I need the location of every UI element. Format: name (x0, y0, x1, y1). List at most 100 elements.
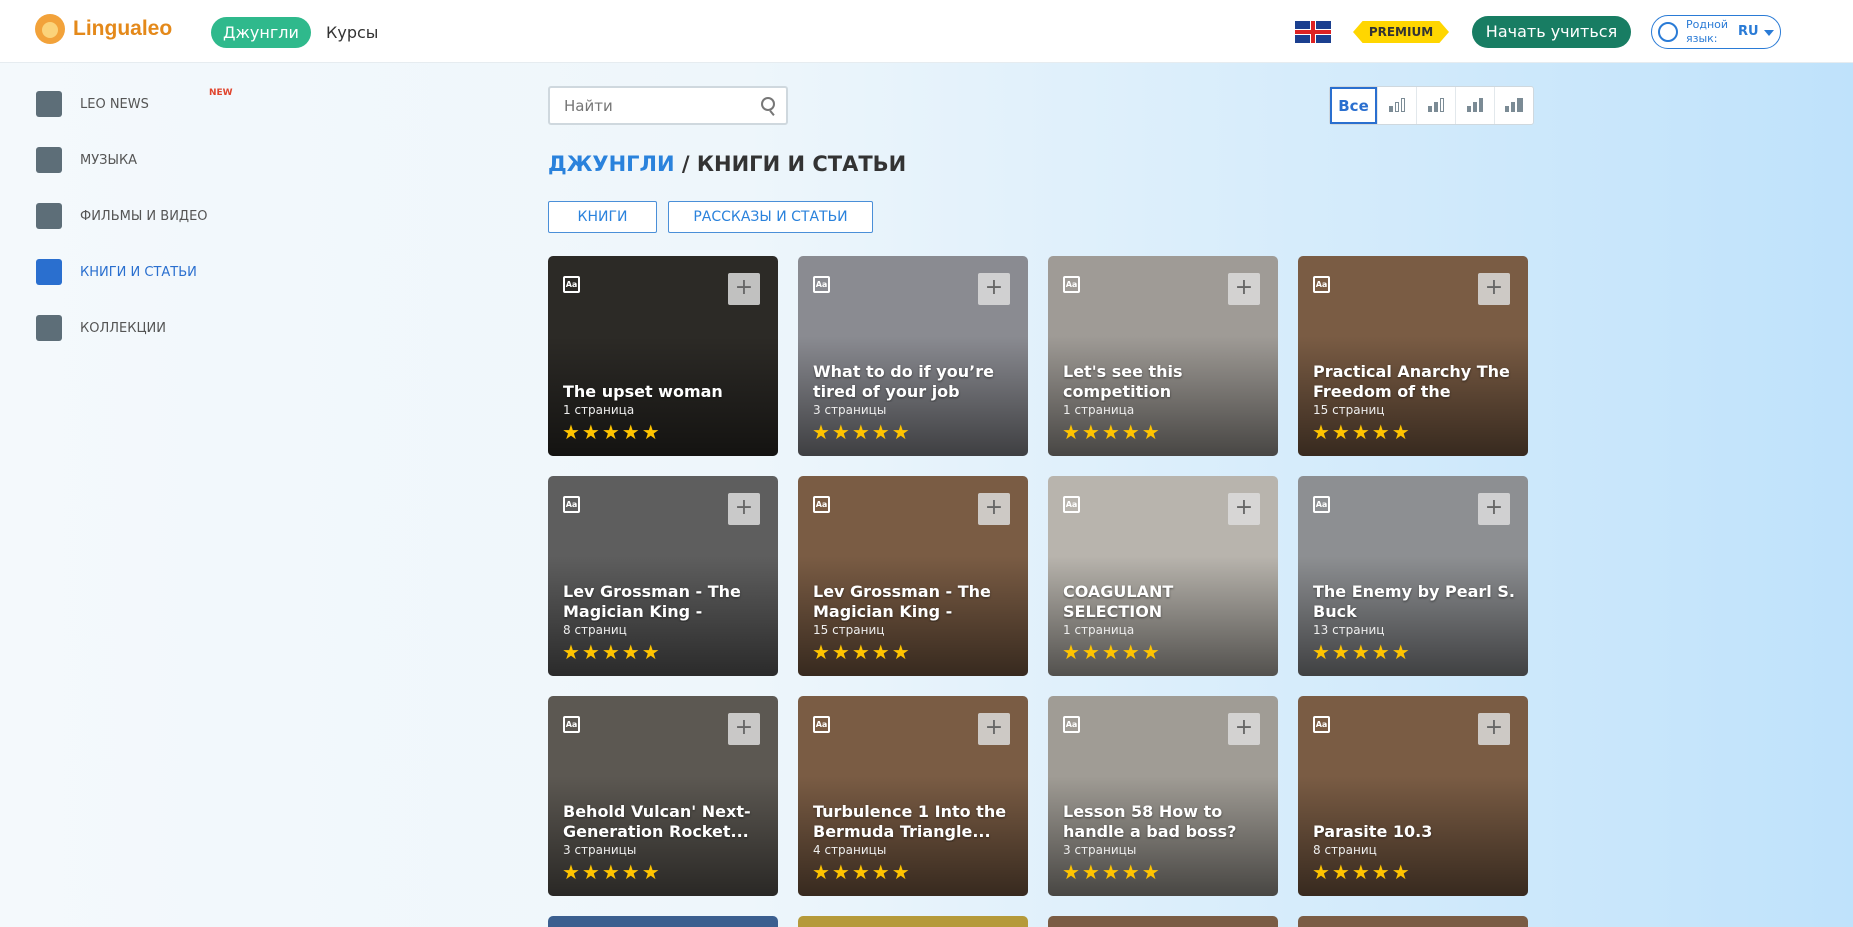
card-title: Behold Vulcan' Next-Generation Rocket... (563, 802, 751, 841)
add-button[interactable]: + (728, 713, 760, 745)
content-card[interactable]: Aa + Lev Grossman - The Magician King - Ch… (548, 476, 778, 676)
card-rating: ★★★★★ (562, 860, 662, 884)
add-button[interactable]: + (1228, 273, 1260, 305)
card-pages: 15 страниц (1313, 403, 1385, 417)
content-card[interactable]: Aa + Let's see this competition 1 страница ★… (1048, 256, 1278, 456)
level-4-button[interactable] (1494, 87, 1533, 124)
add-button[interactable]: + (978, 273, 1010, 305)
page-title: ДЖУНГЛИ / КНИГИ И СТАТЬИ (548, 152, 906, 176)
level-2-button[interactable] (1416, 87, 1455, 124)
content-card[interactable]: Aa + Practical Anarchy The Freedom of the … (1298, 256, 1528, 456)
collection-icon (36, 315, 62, 341)
uk-flag-icon[interactable] (1295, 21, 1331, 43)
content-card[interactable]: Aa + COAGULANT SELECTION 1 страница ★★★★★ (1048, 476, 1278, 676)
card-rating: ★★★★★ (1312, 420, 1412, 444)
content-card[interactable]: Aa + The upset woman 1 страница ★★★★★ (548, 256, 778, 456)
sidebar-item-label: МУЗЫКА (80, 152, 138, 168)
premium-badge[interactable]: PREMIUM (1353, 21, 1449, 43)
level-all-button[interactable]: Все (1330, 87, 1377, 124)
content-card[interactable]: Aa + Behold Vulcan' Next-Generation Rocket… (548, 696, 778, 896)
card-rating: ★★★★★ (562, 640, 662, 664)
card-peek (1298, 916, 1528, 927)
text-type-icon: Aa (563, 716, 580, 733)
card-pages: 15 страниц (813, 623, 885, 637)
card-title: Turbulence 1 Into the Bermuda Triangle..… (813, 802, 1007, 841)
start-learning-button[interactable]: Начать учиться (1472, 16, 1631, 48)
search-input[interactable] (564, 96, 754, 116)
music-icon (36, 147, 62, 173)
nav-courses[interactable]: Курсы (326, 17, 378, 48)
content-card[interactable]: Aa + Lev Grossman - The Magician King - Ch… (798, 476, 1028, 676)
sidebar-item-label: LEO NEWS (80, 96, 149, 112)
add-button[interactable]: + (1228, 713, 1260, 745)
card-rating: ★★★★★ (1062, 860, 1162, 884)
native-language-select[interactable]: Родной язык: RU (1651, 15, 1781, 49)
card-pages: 3 страницы (813, 403, 887, 417)
add-button[interactable]: + (1478, 493, 1510, 525)
text-type-icon: Aa (1063, 276, 1080, 293)
content-card[interactable]: Aa + Parasite 10.3 8 страниц ★★★★★ (1298, 696, 1528, 896)
sidebar-item-collections[interactable]: КОЛЛЕКЦИИ (36, 315, 166, 341)
text-type-icon: Aa (563, 496, 580, 513)
card-rating: ★★★★★ (1312, 860, 1412, 884)
nav-jungle[interactable]: Джунгли (211, 17, 311, 48)
card-pages: 8 страниц (563, 623, 627, 637)
level-bar-icon (1467, 106, 1471, 112)
level-3-button[interactable] (1455, 87, 1494, 124)
logo[interactable]: Lingualeo (35, 14, 172, 44)
sidebar-item-leo-news[interactable]: LEO NEWS (36, 91, 149, 117)
card-rating: ★★★★★ (1062, 640, 1162, 664)
sidebar-item-label: КОЛЛЕКЦИИ (80, 320, 166, 336)
card-pages: 4 страницы (813, 843, 887, 857)
new-badge: NEW (209, 88, 233, 98)
card-rating: ★★★★★ (562, 420, 662, 444)
content-card[interactable]: Aa + What to do if you’re tired of your jo… (798, 256, 1028, 456)
content-card[interactable]: Aa + The Enemy by Pearl S. Buck 13 страниц ★… (1298, 476, 1528, 676)
top-header: Lingualeo Джунгли Курсы PREMIUM Начать у… (0, 0, 1853, 63)
add-button[interactable]: + (978, 713, 1010, 745)
level-bar-icon (1479, 98, 1483, 112)
sidebar-item-films[interactable]: ФИЛЬМЫ И ВИДЕО (36, 203, 208, 229)
logo-text: Lingualeo (73, 17, 173, 40)
card-title: Let's see this competition (1063, 362, 1183, 401)
card-rating: ★★★★★ (812, 640, 912, 664)
search-icon[interactable] (761, 97, 775, 111)
text-type-icon: Aa (813, 716, 830, 733)
chevron-down-icon (1764, 30, 1774, 36)
breadcrumb-current: / КНИГИ И СТАТЬИ (674, 152, 907, 176)
content-card[interactable]: Aa + Lesson 58 How to handle a bad boss? 3 … (1048, 696, 1278, 896)
content-card[interactable]: Aa + Turbulence 1 Into the Bermuda Triangl… (798, 696, 1028, 896)
sidebar-item-label: ФИЛЬМЫ И ВИДЕО (80, 208, 208, 224)
breadcrumb-jungle[interactable]: ДЖУНГЛИ (548, 152, 675, 176)
sidebar-item-label: КНИГИ И СТАТЬИ (80, 264, 197, 280)
level-bar-icon (1517, 98, 1523, 112)
add-button[interactable]: + (728, 493, 760, 525)
level-filter: Все (1329, 86, 1534, 125)
text-type-icon: Aa (813, 496, 830, 513)
level-bar-icon (1389, 106, 1393, 112)
card-title: COAGULANT SELECTION (1063, 582, 1174, 621)
add-button[interactable]: + (1478, 273, 1510, 305)
level-1-button[interactable] (1377, 87, 1416, 124)
text-type-icon: Aa (563, 276, 580, 293)
sidebar-item-books[interactable]: КНИГИ И СТАТЬИ (36, 259, 197, 285)
level-bar-icon (1395, 102, 1399, 112)
add-button[interactable]: + (1228, 493, 1260, 525)
card-title: What to do if you’re tired of your job (813, 362, 994, 401)
add-button[interactable]: + (728, 273, 760, 305)
native-language-label: Родной язык: (1686, 18, 1729, 45)
card-rating: ★★★★★ (1062, 420, 1162, 444)
level-bar-icon (1401, 98, 1405, 112)
native-language-value: RU (1738, 24, 1759, 39)
sidebar-item-music[interactable]: МУЗЫКА (36, 147, 137, 173)
search-box (548, 86, 788, 125)
filter-books-button[interactable]: КНИГИ (548, 201, 657, 233)
text-type-icon: Aa (1313, 716, 1330, 733)
card-pages: 3 страницы (1063, 843, 1137, 857)
add-button[interactable]: + (978, 493, 1010, 525)
add-button[interactable]: + (1478, 713, 1510, 745)
card-pages: 1 страница (1063, 623, 1135, 637)
card-rating: ★★★★★ (812, 420, 912, 444)
globe-icon (1658, 22, 1678, 42)
filter-stories-button[interactable]: РАССКАЗЫ И СТАТЬИ (668, 201, 873, 233)
